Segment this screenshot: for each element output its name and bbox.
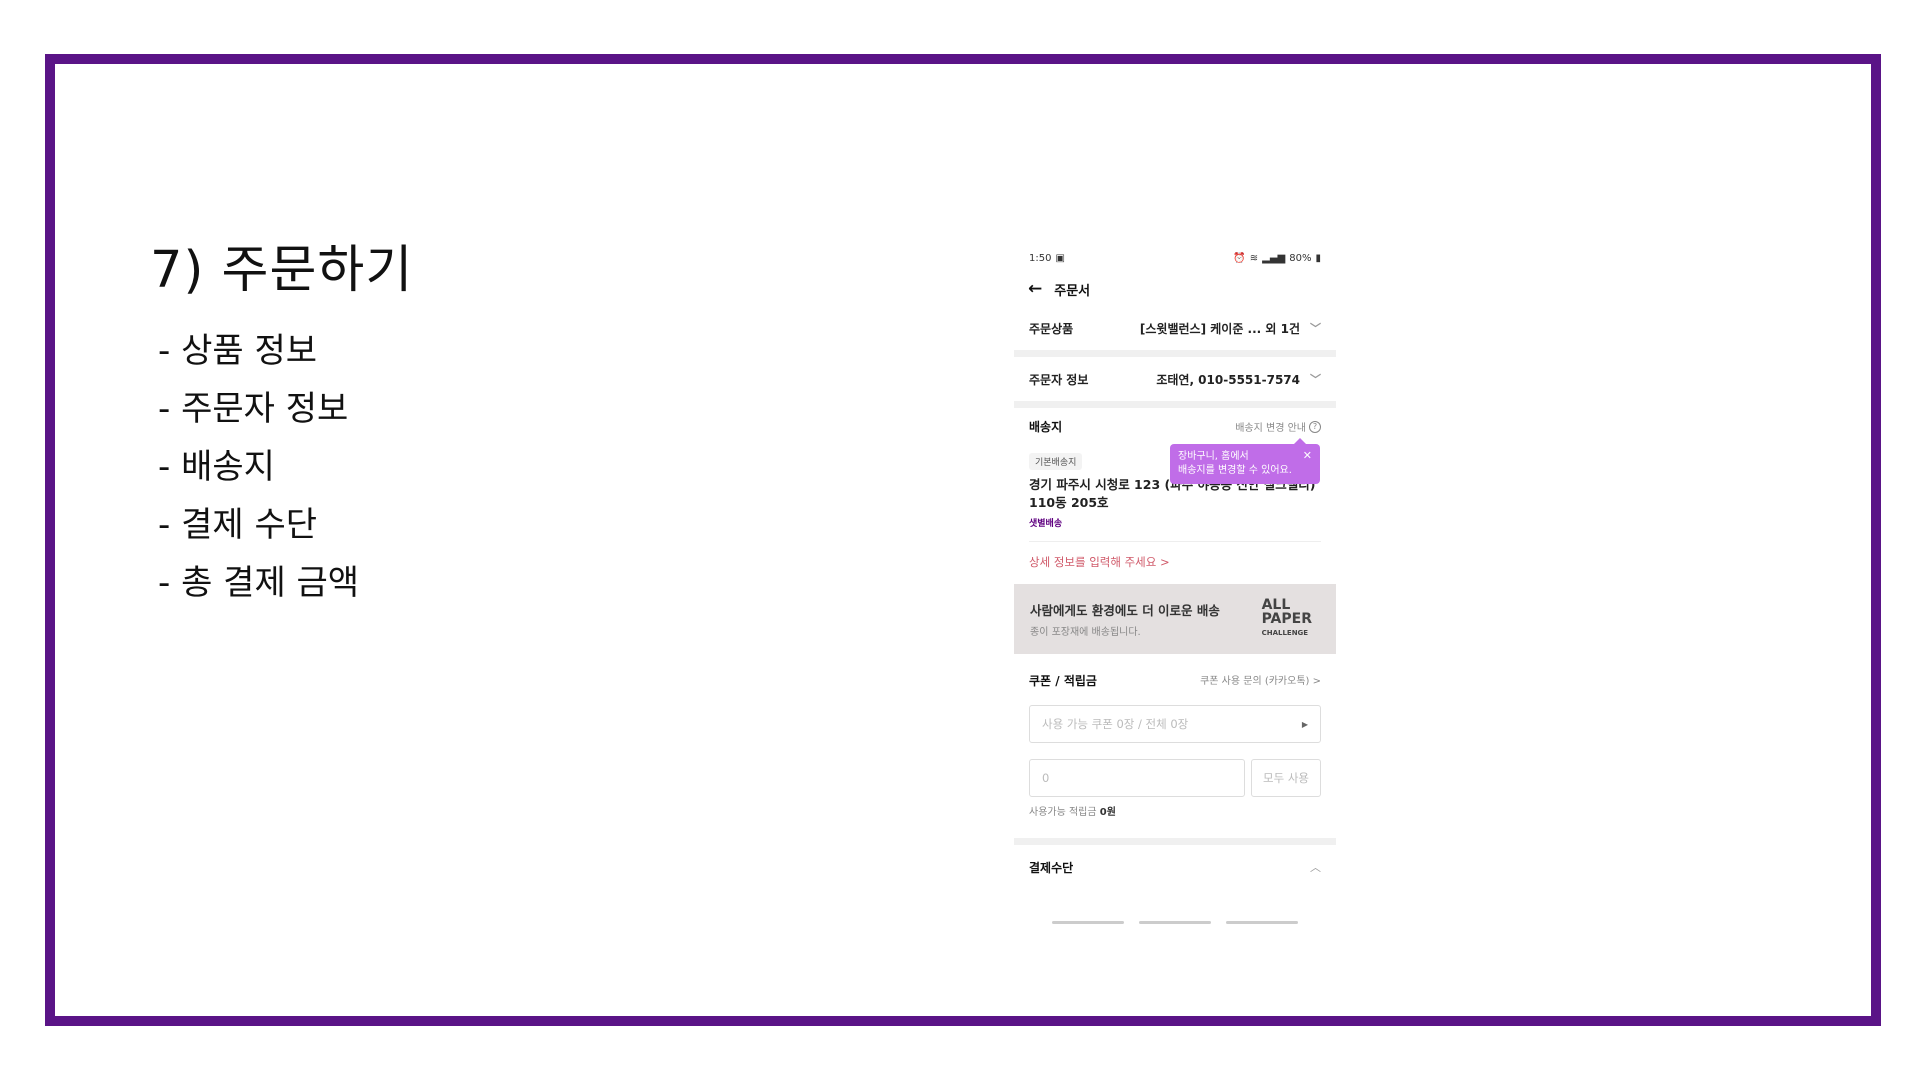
order-items-label: 주문상품 [1029,321,1074,336]
shipping-tooltip: ✕ 장바구니, 홈에서 배송지를 변경할 수 있어요. [1170,438,1320,484]
banner-subtitle: 종이 포장재에 배송됩니다. [1030,627,1141,638]
coupon-inquiry-link[interactable]: 쿠폰 사용 문의 (카카오톡) > [1200,672,1321,689]
available-points-value: 0원 [1099,807,1116,818]
nav-bar [1051,921,1124,924]
coupon-select-placeholder: 사용 가능 쿠폰 0장 / 전체 0장 [1042,717,1189,731]
bullet-total-amount: - 총 결제 금액 [158,563,360,603]
section-divider [1014,350,1336,357]
address-line2: 110동 205호 [1029,495,1109,510]
tooltip-line2: 배송지를 변경할 수 있어요. [1178,465,1292,476]
orderer-info-value: 조태연, 010-5551-7574 [1156,372,1300,387]
coupon-label: 쿠폰 / 적립금 [1029,674,1097,688]
banner-title: 사람에게도 환경에도 더 이로운 배송 [1030,603,1220,618]
battery-level: 80% [1289,252,1312,264]
points-input[interactable]: 0 [1029,759,1245,797]
tooltip-arrow [1294,438,1306,444]
nav-indicator-bars [1014,921,1336,924]
question-icon[interactable]: ? [1309,420,1321,433]
close-icon[interactable]: ✕ [1303,449,1312,463]
bullet-orderer-info: - 주문자 정보 [158,389,349,429]
status-bar: 1:50 ▣ ⏰ ≋ ▂▄▆ 80% ▮ [1014,244,1336,272]
section-divider [1014,838,1336,845]
caret-right-icon: ▶ [1301,719,1308,729]
shipping-label: 배송지 [1029,420,1063,434]
tooltip-line1: 장바구니, 홈에서 [1178,451,1249,462]
shipping-guide-text: 배송지 변경 안내 [1235,423,1306,434]
bullet-shipping: - 배송지 [158,447,275,487]
bullet-product-info: - 상품 정보 [158,331,318,371]
use-all-button[interactable]: 모두 사용 [1251,759,1321,797]
available-points-label: 사용가능 적립금 [1029,807,1097,818]
default-address-badge: 기본배송지 [1029,453,1083,470]
logo-line2: PAPER [1261,611,1312,627]
battery-icon: ▮ [1315,252,1321,264]
detail-info-link[interactable]: 상세 정보를 입력해 주세요 > [1029,542,1321,584]
section-divider [1014,401,1336,408]
chevron-up-icon[interactable]: ︿ [1310,859,1321,876]
wifi-icon: ≋ [1249,252,1259,264]
coupon-header: 쿠폰 / 적립금 쿠폰 사용 문의 (카카오톡) > [1014,654,1336,699]
alarm-icon: ⏰ [1233,252,1246,264]
shipping-change-guide[interactable]: 배송지 변경 안내 ? [1235,418,1321,435]
gallery-icon: ▣ [1055,252,1065,264]
available-points: 사용가능 적립금 0원 [1029,803,1321,818]
paper-challenge-banner: 사람에게도 환경에도 더 이로운 배송 종이 포장재에 배송됩니다. ALL P… [1014,584,1336,654]
orderer-info-row[interactable]: 주문자 정보 조태연, 010-5551-7574 ﹀ [1014,357,1336,401]
chevron-down-icon[interactable]: ﹀ [1310,371,1321,387]
payment-method-label: 결제수단 [1029,861,1074,875]
all-paper-challenge-logo: ALL PAPER CHALLENGE [1262,598,1312,640]
phone-screenshot: 1:50 ▣ ⏰ ≋ ▂▄▆ 80% ▮ ← 주문서 주문상품 [스윗밸런스] … [1014,244,1336,924]
order-items-row[interactable]: 주문상품 [스윗밸런스] 케이준 ... 외 1건 ﹀ [1014,306,1336,350]
chevron-down-icon[interactable]: ﹀ [1310,320,1321,336]
signal-icon: ▂▄▆ [1262,252,1286,264]
delivery-type: 샛별배송 [1029,519,1063,529]
logo-line1: ALL [1261,597,1291,613]
status-time: 1:50 [1029,252,1052,264]
payment-method-header[interactable]: 결제수단 ︿ [1014,845,1336,876]
page-title: 주문서 [1054,283,1091,299]
coupon-select[interactable]: 사용 가능 쿠폰 0장 / 전체 0장 ▶ [1029,705,1321,743]
logo-line3: CHALLENGE [1261,629,1309,637]
app-bar: ← 주문서 [1014,272,1336,306]
points-row: 0 모두 사용 [1029,759,1321,797]
orderer-info-label: 주문자 정보 [1029,372,1089,387]
nav-bar [1226,921,1299,924]
shipping-section: 배송지 배송지 변경 안내 ? 기본배송지 경기 파주시 시청로 123 (파주… [1014,408,1336,584]
nav-bar [1138,921,1211,924]
slide-title: 7) 주문하기 [150,241,414,300]
bullet-list: - 상품 정보 - 주문자 정보 - 배송지 - 결제 수단 - 총 결제 금액 [158,322,359,612]
back-arrow-icon[interactable]: ← [1028,280,1042,298]
order-items-value: [스윗밸런스] 케이준 ... 외 1건 [1139,321,1300,336]
bullet-payment-method: - 결제 수단 [158,505,318,545]
